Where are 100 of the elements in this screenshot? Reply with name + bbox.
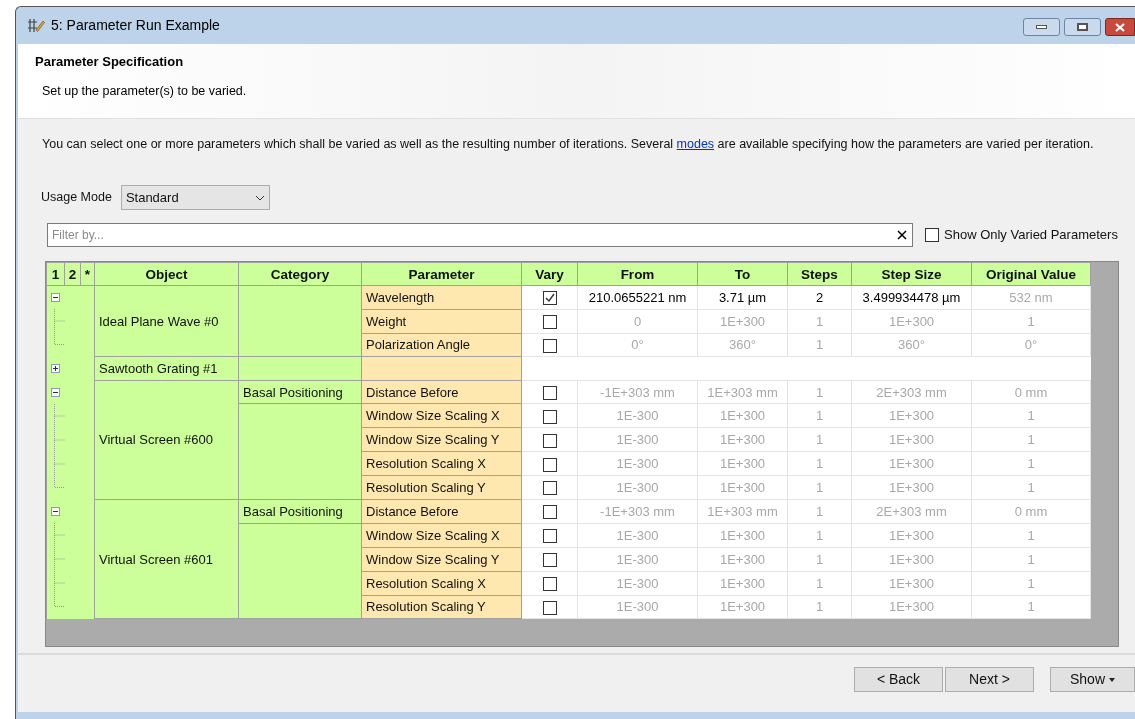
original-value: 1 <box>1027 432 1035 448</box>
step-size-value: 1E+300 <box>888 432 935 448</box>
original-value: 1 <box>1027 480 1035 496</box>
to-value: 1E+300 <box>719 313 766 329</box>
vary-checkbox[interactable] <box>542 433 557 448</box>
column-header: Original Value <box>986 266 1076 282</box>
from-value: -1E+303 mm <box>600 503 675 519</box>
original-value: 1 <box>1027 456 1035 472</box>
steps-value: 1 <box>815 313 824 329</box>
from-value: 1E-300 <box>616 480 659 496</box>
parameter-name: Resolution Scaling Y <box>366 599 486 615</box>
steps-value: 1 <box>815 480 824 496</box>
vary-checkbox[interactable] <box>542 481 557 496</box>
steps-value: 1 <box>815 408 824 424</box>
step-size-value: 1E+300 <box>888 599 935 615</box>
show-only-varied-checkbox[interactable] <box>925 228 939 242</box>
vary-checkbox[interactable] <box>542 552 557 567</box>
parameter-name: Polarization Angle <box>366 337 471 353</box>
parameter-name: Weight <box>366 313 407 329</box>
to-value: 1E+300 <box>719 551 766 567</box>
usage-mode-dropdown[interactable]: Standard <box>120 185 270 210</box>
original-value: 1 <box>1027 408 1035 424</box>
steps-value: 1 <box>815 432 824 448</box>
to-value: 1E+300 <box>719 408 766 424</box>
vary-checkbox[interactable] <box>542 291 557 306</box>
show-dropdown-button[interactable]: Show <box>1050 667 1135 692</box>
step-size-value: 1E+300 <box>888 575 935 591</box>
from-value: 1E-300 <box>616 408 659 424</box>
original-value: 1 <box>1027 313 1035 329</box>
step-size-value: 1E+300 <box>888 480 935 496</box>
object-name: Virtual Screen #601 <box>99 551 213 567</box>
parameter-name: Distance Before <box>366 384 459 400</box>
intro-text: You can select one or more parameters which shall be varied as well as the resulting number of iterations. Several modes are available specifying how the parameters are varied per iteration. <box>42 137 1095 152</box>
column-header: * <box>84 266 91 282</box>
parameter-name: Distance Before <box>366 503 459 519</box>
object-name: Virtual Screen #600 <box>99 432 213 448</box>
original-value: 1 <box>1027 551 1035 567</box>
chevron-down-icon <box>254 194 265 201</box>
vary-checkbox[interactable] <box>542 338 557 353</box>
step-size-value: 1E+300 <box>888 313 935 329</box>
to-value: 1E+300 <box>719 575 766 591</box>
from-value: 1E-300 <box>616 599 659 615</box>
clear-icon[interactable] <box>897 230 907 240</box>
column-header: Vary <box>535 266 564 282</box>
category-name: Basal Positioning <box>243 503 343 519</box>
vary-checkbox[interactable] <box>542 505 557 520</box>
vary-checkbox[interactable] <box>542 576 557 591</box>
parameter-name: Resolution Scaling X <box>366 575 486 591</box>
steps-value: 1 <box>815 551 824 567</box>
expand-icon[interactable] <box>51 364 60 373</box>
column-header: Step Size <box>881 266 942 282</box>
modes-link[interactable]: modes <box>676 137 715 151</box>
original-value: 0° <box>1024 337 1038 353</box>
from-value: -1E+303 mm <box>600 384 675 400</box>
filter-field[interactable]: Filter by... <box>47 223 913 247</box>
original-value: 532 nm <box>1009 289 1053 305</box>
close-button[interactable] <box>1105 18 1135 36</box>
steps-value: 1 <box>815 456 824 472</box>
minimize-icon <box>1036 25 1047 29</box>
column-header: To <box>734 266 751 282</box>
from-value: 1E-300 <box>616 575 659 591</box>
step-size-value: 1E+300 <box>888 551 935 567</box>
original-value: 1 <box>1027 599 1035 615</box>
wizard-button[interactable]: < Back <box>854 667 943 692</box>
vary-checkbox[interactable] <box>542 528 557 543</box>
window-title: 5: Parameter Run Example <box>51 16 220 35</box>
parameter-name: Resolution Scaling Y <box>366 480 486 496</box>
object-name: Ideal Plane Wave #0 <box>99 313 219 329</box>
caret-icon <box>1109 677 1115 682</box>
column-header: 2 <box>68 266 77 282</box>
parameter-name: Window Size Scaling Y <box>366 551 500 567</box>
collapse-icon[interactable] <box>51 387 60 397</box>
original-value: 1 <box>1027 575 1035 591</box>
category-name: Basal Positioning <box>243 384 343 400</box>
steps-value: 1 <box>815 599 824 615</box>
maximize-button[interactable] <box>1064 18 1101 36</box>
wizard-button[interactable]: Next > <box>945 667 1034 692</box>
vary-checkbox[interactable] <box>542 385 557 400</box>
vary-checkbox[interactable] <box>542 600 557 615</box>
vary-checkbox[interactable] <box>542 314 557 329</box>
parameter-name: Window Size Scaling Y <box>366 432 500 448</box>
step-size-value: 2E+303 mm <box>876 503 947 519</box>
original-value: 1 <box>1027 527 1035 543</box>
vary-checkbox[interactable] <box>542 409 557 424</box>
collapse-icon[interactable] <box>51 293 60 303</box>
column-header: From <box>620 266 655 282</box>
to-value: 360° <box>729 337 756 353</box>
step-size-value: 1E+300 <box>888 456 935 472</box>
vary-checkbox[interactable] <box>542 457 557 472</box>
wizard-icon <box>27 18 45 33</box>
show-only-varied-label: Show Only Varied Parameters <box>944 226 1118 245</box>
from-value: 0° <box>631 337 644 353</box>
column-header: Category <box>270 266 330 282</box>
steps-value: 1 <box>815 575 824 591</box>
collapse-icon[interactable] <box>51 506 60 516</box>
step-size-value: 1E+300 <box>888 527 935 543</box>
from-value: 1E-300 <box>616 432 659 448</box>
minimize-button[interactable] <box>1023 18 1060 36</box>
object-name: Sawtooth Grating #1 <box>99 361 218 376</box>
usage-mode-label: Usage Mode <box>41 189 112 207</box>
